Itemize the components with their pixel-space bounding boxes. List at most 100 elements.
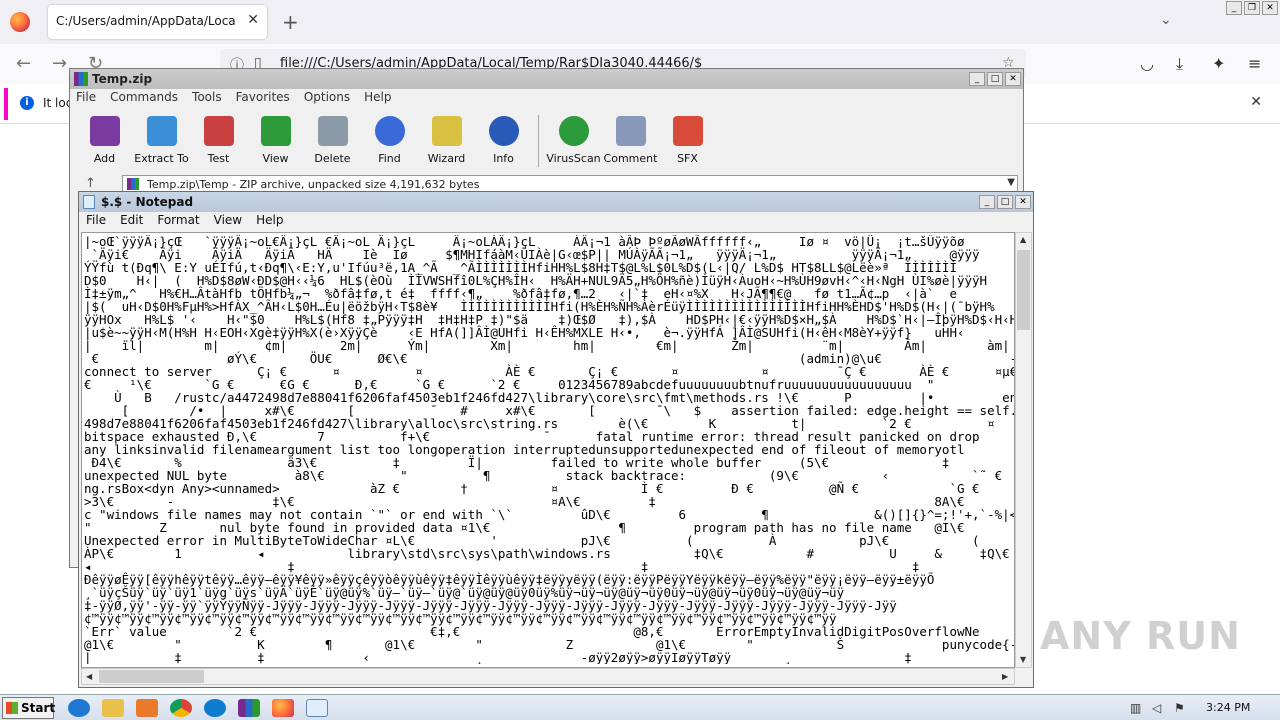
notification-text: It loc xyxy=(43,96,73,110)
winrar-title-bar[interactable]: Temp.zip _ □ ✕ xyxy=(70,69,1023,89)
restore-icon[interactable]: ❐ xyxy=(1244,1,1260,15)
extract-to-button[interactable]: Extract To xyxy=(133,113,190,169)
minimize-icon[interactable]: _ xyxy=(979,195,995,209)
notepad-text-area[interactable]: |~oŒ`ÿÿÿÄ¡}çŒ `ÿÿÿÄ¡~oL€Ä¡}çL €Ä¡~oL Ä¡}… xyxy=(81,232,1015,668)
menu-commands[interactable]: Commands xyxy=(110,90,178,108)
test-clipboard-icon xyxy=(204,116,234,146)
downloads-icon[interactable]: ⤓ xyxy=(1176,54,1183,74)
virus-scan-icon xyxy=(559,116,589,146)
start-button[interactable]: Start xyxy=(2,697,56,719)
magnifier-icon xyxy=(375,116,405,146)
info-button[interactable]: Info xyxy=(475,113,532,169)
notepad-title: $.$ - Notepad xyxy=(101,195,194,209)
tray-volume-icon[interactable]: ◁ xyxy=(1152,701,1161,715)
winrar-window-controls: _ □ ✕ xyxy=(969,72,1021,88)
info-label: Info xyxy=(493,152,514,165)
comment-icon xyxy=(616,116,646,146)
notepad-taskbar-icon[interactable] xyxy=(306,699,328,717)
taskbar: Start ▥ ◁ ⚑ 3:24 PM xyxy=(0,694,1280,720)
file-explorer-icon[interactable] xyxy=(102,699,124,717)
menu-help[interactable]: Help xyxy=(256,213,283,231)
windows-logo-icon xyxy=(6,702,18,714)
firefox-logo-icon[interactable] xyxy=(10,12,30,32)
trash-icon xyxy=(318,116,348,146)
notepad-app-icon xyxy=(83,195,95,209)
view-button[interactable]: View xyxy=(247,113,304,169)
notepad-window: $.$ - Notepad _ □ ✕ File Edit Format Vie… xyxy=(78,191,1034,688)
menu-favorites[interactable]: Favorites xyxy=(236,90,290,108)
browser-tab-title: C:/Users/admin/AppData/Local/Temp/R xyxy=(56,14,236,28)
up-folder-icon[interactable]: ↑ xyxy=(85,176,96,191)
edge-icon[interactable] xyxy=(204,699,226,717)
extensions-icon[interactable]: ✦ xyxy=(1212,54,1225,73)
media-player-icon[interactable] xyxy=(136,699,158,717)
menu-file[interactable]: File xyxy=(76,90,96,108)
winrar-taskbar-icon[interactable] xyxy=(238,699,260,717)
chrome-icon[interactable] xyxy=(170,699,192,717)
extract-folder-icon xyxy=(147,116,177,146)
list-all-tabs-icon[interactable]: ⌄ xyxy=(1160,12,1172,28)
system-clock[interactable]: 3:24 PM xyxy=(1206,701,1250,714)
browser-tab[interactable]: C:/Users/admin/AppData/Local/Temp/R ✕ xyxy=(48,5,267,39)
vertical-scrollbar[interactable]: ▲ ▼ xyxy=(1015,232,1032,668)
close-notification-icon[interactable]: ✕ xyxy=(1250,94,1262,110)
vertical-scroll-thumb[interactable] xyxy=(1017,250,1030,330)
info-icon: i xyxy=(20,96,34,110)
horizontal-scroll-thumb[interactable] xyxy=(99,670,204,683)
close-icon[interactable]: ✕ xyxy=(1005,72,1021,86)
back-icon[interactable]: ← xyxy=(16,53,31,74)
close-icon[interactable]: ✕ xyxy=(1015,195,1031,209)
scroll-up-icon[interactable]: ▲ xyxy=(1020,235,1026,244)
test-button[interactable]: Test xyxy=(190,113,247,169)
menu-format[interactable]: Format xyxy=(157,213,199,231)
maximize-icon[interactable]: □ xyxy=(997,195,1013,209)
anyrun-watermark: ANY RUN xyxy=(1040,614,1241,658)
menu-view[interactable]: View xyxy=(214,213,242,231)
menu-help[interactable]: Help xyxy=(364,90,391,108)
browser-window-controls: _ ❐ ✕ xyxy=(1226,1,1278,17)
comment-button[interactable]: Comment xyxy=(602,113,659,169)
scroll-down-icon[interactable]: ▼ xyxy=(1020,655,1026,664)
firefox-taskbar-icon[interactable] xyxy=(272,699,294,717)
close-tab-icon[interactable]: ✕ xyxy=(247,12,259,28)
menu-file[interactable]: File xyxy=(86,213,106,231)
horizontal-scrollbar[interactable]: ◀ ▶ xyxy=(81,668,1015,685)
internet-explorer-icon[interactable] xyxy=(68,699,90,717)
info-icon xyxy=(489,116,519,146)
new-tab-button[interactable]: + xyxy=(282,10,299,34)
winrar-menu-bar: File Commands Tools Favorites Options He… xyxy=(70,90,391,108)
archive-path-text: Temp.zip\Temp - ZIP archive, unpacked si… xyxy=(147,178,480,191)
menu-hamburger-icon[interactable]: ≡ xyxy=(1248,54,1261,73)
menu-options[interactable]: Options xyxy=(304,90,350,108)
chevron-down-icon[interactable]: ▼ xyxy=(1007,177,1015,188)
minimize-icon[interactable]: _ xyxy=(969,72,985,86)
minimize-icon[interactable]: _ xyxy=(1226,1,1242,15)
sfx-button[interactable]: SFX xyxy=(659,113,716,169)
virusscan-button[interactable]: VirusScan xyxy=(545,113,602,169)
notepad-title-bar[interactable]: $.$ - Notepad _ □ ✕ xyxy=(79,192,1033,212)
scroll-right-icon[interactable]: ▶ xyxy=(1002,672,1008,681)
tray-network-icon[interactable]: ▥ xyxy=(1130,701,1141,715)
winrar-title: Temp.zip xyxy=(92,72,153,86)
add-button[interactable]: Add xyxy=(76,113,133,169)
view-book-icon xyxy=(261,116,291,146)
winrar-toolbar: Add Extract To Test View Delete Find Wiz… xyxy=(76,113,716,169)
forward-icon[interactable]: → xyxy=(52,53,67,74)
notepad-window-controls: _ □ ✕ xyxy=(979,195,1031,211)
winrar-app-icon xyxy=(74,72,88,86)
scroll-left-icon[interactable]: ◀ xyxy=(86,672,92,681)
start-label: Start xyxy=(21,701,56,715)
wizard-button[interactable]: Wizard xyxy=(418,113,475,169)
find-button[interactable]: Find xyxy=(361,113,418,169)
notification-accent xyxy=(4,88,8,120)
pocket-icon[interactable]: ◡ xyxy=(1140,54,1154,73)
menu-edit[interactable]: Edit xyxy=(120,213,143,231)
notepad-content: |~oŒ`ÿÿÿÄ¡}çŒ `ÿÿÿÄ¡~oL€Ä¡}çL €Ä¡~oL Ä¡}… xyxy=(84,235,1014,664)
archive-icon xyxy=(127,178,139,190)
tray-flag-icon[interactable]: ⚑ xyxy=(1174,701,1185,715)
close-icon[interactable]: ✕ xyxy=(1262,1,1278,15)
maximize-icon[interactable]: □ xyxy=(987,72,1003,86)
add-icon xyxy=(90,116,120,146)
menu-tools[interactable]: Tools xyxy=(192,90,222,108)
delete-button[interactable]: Delete xyxy=(304,113,361,169)
